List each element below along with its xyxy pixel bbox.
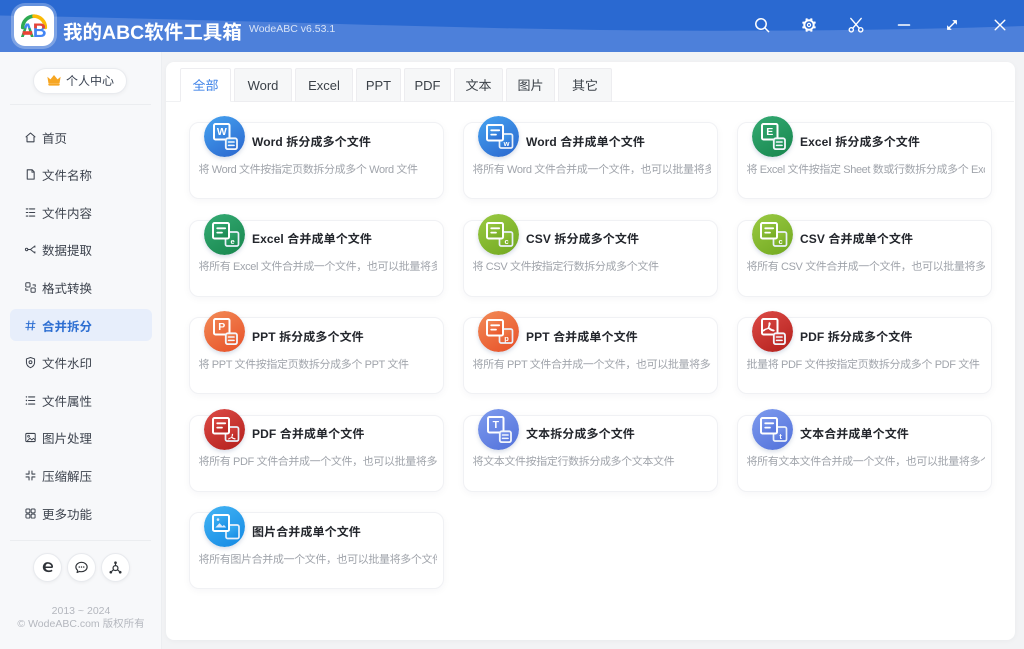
svg-text:c: c — [505, 237, 509, 246]
svg-text:c: c — [779, 237, 783, 246]
svg-text:T: T — [493, 418, 500, 430]
svg-text:p: p — [504, 334, 509, 343]
svg-text:w: w — [503, 139, 510, 148]
svg-text:e: e — [231, 237, 235, 246]
svg-text:W: W — [217, 126, 227, 138]
svg-text:E: E — [766, 126, 773, 138]
svg-text:P: P — [218, 321, 225, 333]
